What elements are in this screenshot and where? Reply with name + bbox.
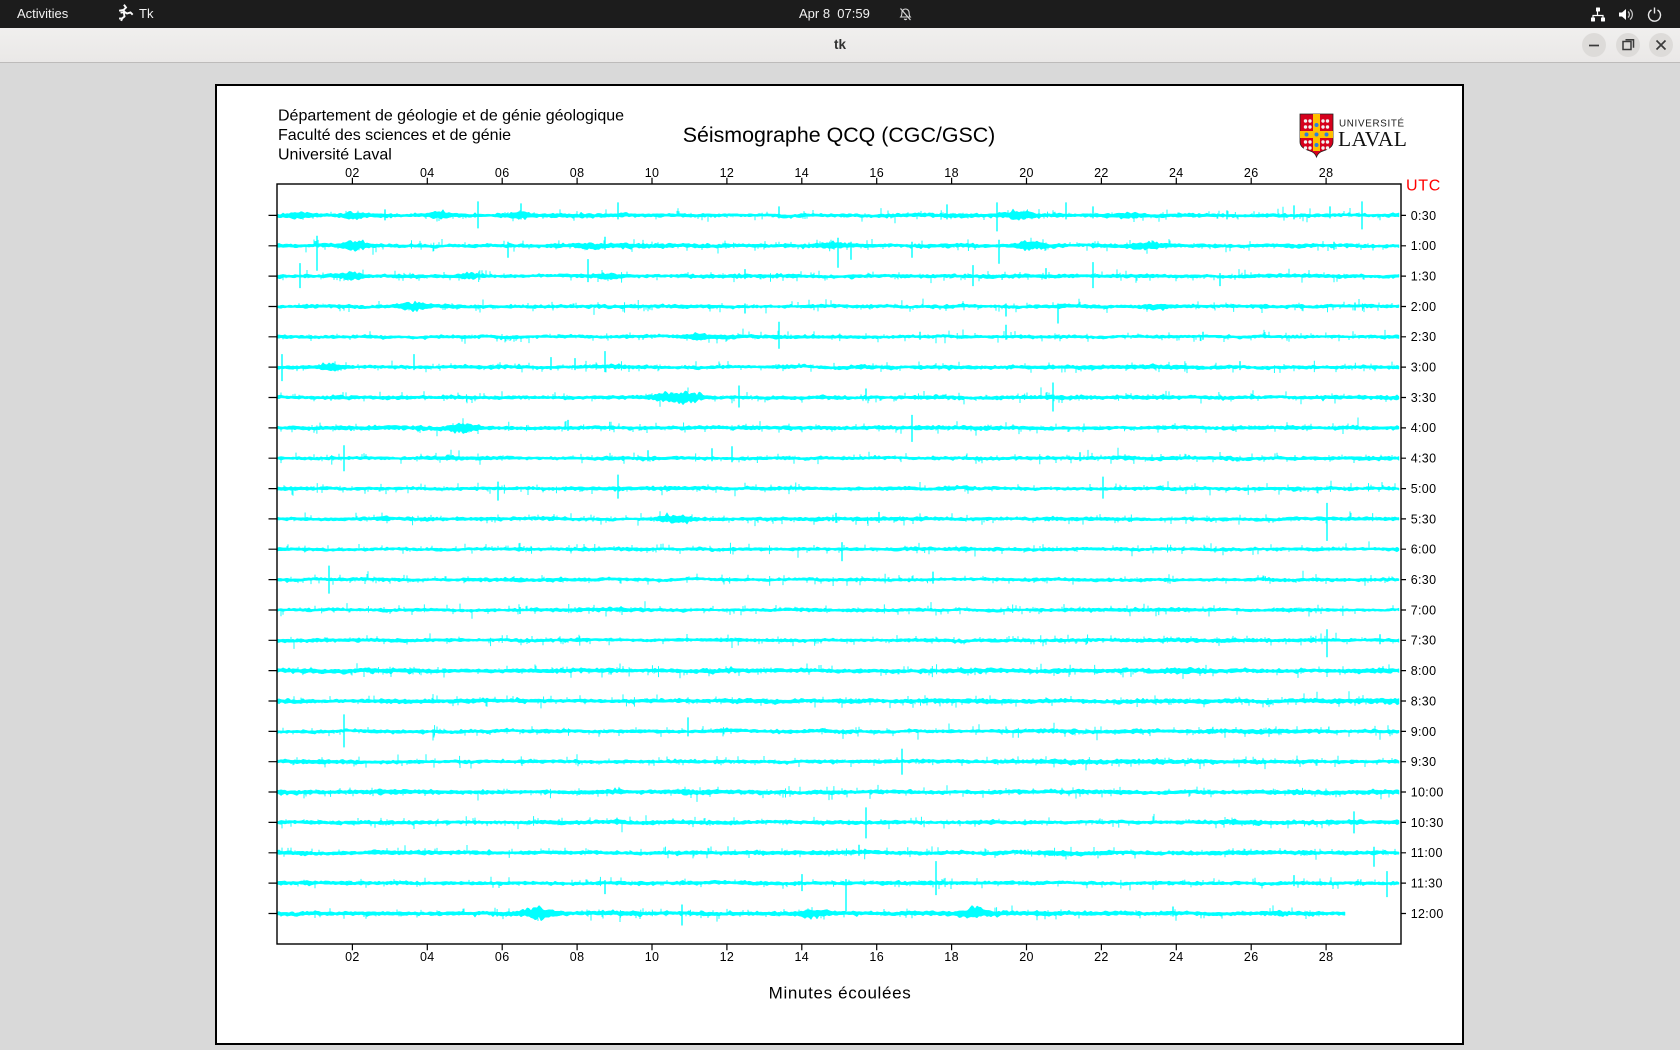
svg-text:6:30: 6:30 — [1411, 573, 1437, 587]
svg-text:9:00: 9:00 — [1411, 725, 1437, 739]
svg-text:20: 20 — [1019, 166, 1034, 180]
svg-text:14: 14 — [794, 166, 809, 180]
svg-text:20: 20 — [1019, 950, 1034, 964]
svg-text:10:30: 10:30 — [1411, 816, 1444, 830]
svg-text:24: 24 — [1169, 950, 1184, 964]
svg-text:02: 02 — [345, 950, 360, 964]
svg-text:11:00: 11:00 — [1411, 846, 1443, 860]
svg-text:LAVAL: LAVAL — [1338, 127, 1407, 151]
svg-text:2:00: 2:00 — [1411, 300, 1437, 314]
svg-text:08: 08 — [570, 950, 585, 964]
svg-text:12: 12 — [720, 950, 735, 964]
svg-text:5:00: 5:00 — [1411, 482, 1437, 496]
svg-text:28: 28 — [1319, 950, 1334, 964]
svg-text:12:00: 12:00 — [1411, 907, 1444, 921]
svg-text:24: 24 — [1169, 166, 1184, 180]
svg-text:8:30: 8:30 — [1411, 694, 1437, 708]
svg-text:22: 22 — [1094, 950, 1109, 964]
svg-text:26: 26 — [1244, 166, 1259, 180]
svg-text:3:30: 3:30 — [1411, 391, 1437, 405]
svg-text:4:30: 4:30 — [1411, 452, 1437, 466]
svg-text:8:00: 8:00 — [1411, 664, 1437, 678]
svg-text:Département de géologie et de: Département de géologie et de génie géol… — [278, 108, 624, 125]
svg-text:28: 28 — [1319, 166, 1334, 180]
svg-text:Faculté des sciences et de gén: Faculté des sciences et de génie — [278, 127, 511, 144]
svg-text:22: 22 — [1094, 166, 1109, 180]
svg-text:12: 12 — [720, 166, 735, 180]
svg-text:06: 06 — [495, 166, 510, 180]
svg-text:6:00: 6:00 — [1411, 543, 1437, 557]
svg-text:1:00: 1:00 — [1411, 239, 1437, 253]
svg-text:18: 18 — [944, 166, 959, 180]
svg-text:11:30: 11:30 — [1411, 877, 1443, 891]
svg-text:Séismographe QCQ (CGC/GSC): Séismographe QCQ (CGC/GSC) — [683, 123, 996, 147]
svg-text:1:30: 1:30 — [1411, 270, 1437, 284]
svg-text:7:30: 7:30 — [1411, 634, 1437, 648]
svg-text:04: 04 — [420, 166, 435, 180]
svg-text:16: 16 — [869, 166, 884, 180]
svg-text:UTC: UTC — [1406, 177, 1441, 194]
svg-text:26: 26 — [1244, 950, 1259, 964]
svg-text:Université Laval: Université Laval — [278, 146, 392, 163]
svg-text:5:30: 5:30 — [1411, 512, 1437, 526]
svg-text:04: 04 — [420, 950, 435, 964]
svg-text:02: 02 — [345, 166, 360, 180]
svg-text:06: 06 — [495, 950, 510, 964]
svg-text:16: 16 — [869, 950, 884, 964]
svg-text:14: 14 — [794, 950, 809, 964]
svg-text:7:00: 7:00 — [1411, 603, 1437, 617]
svg-text:08: 08 — [570, 166, 585, 180]
svg-text:4:00: 4:00 — [1411, 421, 1437, 435]
svg-text:18: 18 — [944, 950, 959, 964]
svg-text:10: 10 — [645, 166, 660, 180]
svg-text:0:30: 0:30 — [1411, 209, 1437, 223]
svg-text:10:00: 10:00 — [1411, 785, 1444, 799]
svg-text:3:00: 3:00 — [1411, 361, 1437, 375]
svg-text:10: 10 — [645, 950, 660, 964]
svg-text:Minutes écoulées: Minutes écoulées — [769, 984, 912, 1003]
svg-text:2:30: 2:30 — [1411, 330, 1437, 344]
svg-text:9:30: 9:30 — [1411, 755, 1437, 769]
